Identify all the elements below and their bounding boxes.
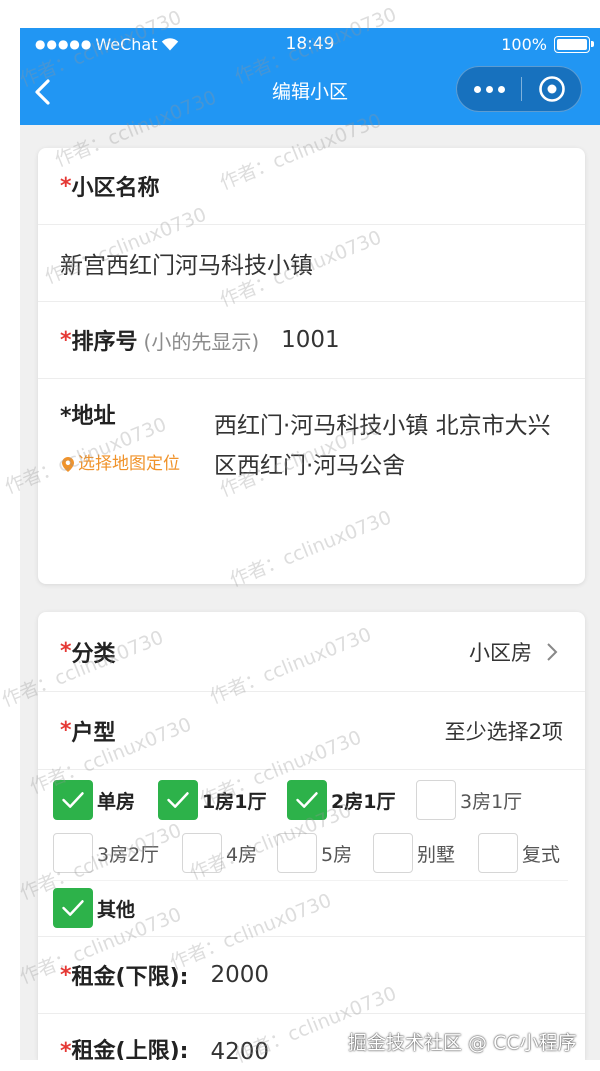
sort-order-hint: (小的先显示) [143, 329, 260, 354]
checkmark-icon [296, 792, 318, 808]
location-pin-icon [62, 456, 74, 472]
sort-order-label: 排序号 [71, 330, 138, 355]
address-row: * 地址 选择地图定位 西红门·河马科技小镇 北京市大兴区西红门·河马公舍 [38, 379, 585, 584]
chevron-right-icon [546, 642, 558, 662]
required-mark: * [60, 962, 72, 988]
checkbox[interactable] [373, 833, 413, 873]
room-type-row: * 户型 至少选择2项 [38, 692, 585, 770]
choose-map-location-label: 选择地图定位 [78, 454, 180, 474]
checkbox[interactable] [53, 888, 93, 928]
choose-map-location-button[interactable]: 选择地图定位 [62, 452, 180, 476]
option-label: 3房2厅 [97, 843, 160, 866]
option-label: 复式 [522, 843, 561, 866]
screenshot: ●●●●● WeChat 18:49 100% 编辑小区 * 小区名称 新宫西红… [0, 0, 600, 1071]
checkbox[interactable] [478, 833, 518, 873]
room-type-option[interactable]: 3房2厅 [53, 833, 159, 873]
details-card: * 分类 小区房 * 户型 至少选择2项 单房 1房1厅 2房1厅 3房1厅 3… [38, 612, 585, 1060]
option-label: 单房 [97, 790, 136, 813]
checkbox[interactable] [287, 780, 327, 820]
sort-order-input[interactable]: 1001 [281, 327, 340, 353]
category-label: 分类 [71, 641, 116, 667]
checkmark-icon [62, 792, 84, 808]
required-mark: * [60, 718, 72, 743]
more-dots-icon[interactable] [457, 67, 521, 111]
community-name-label: 小区名称 [71, 176, 160, 201]
room-type-option[interactable]: 别墅 [373, 833, 455, 873]
room-type-option[interactable]: 复式 [478, 833, 560, 873]
category-picker[interactable]: 小区房 [469, 637, 558, 667]
option-label: 2房1厅 [331, 790, 396, 813]
target-circle-icon[interactable] [522, 67, 581, 111]
required-mark: * [60, 639, 72, 664]
status-bar: ●●●●● WeChat 18:49 100% [20, 28, 600, 60]
room-type-option[interactable]: 5房 [277, 833, 352, 873]
status-right: 100% [501, 28, 594, 60]
room-type-checkbox-group: 单房 1房1厅 2房1厅 3房1厅 3房2厅 4房 5房 别墅 复式 其他 [38, 770, 585, 937]
address-label-text: 地址 [71, 404, 116, 429]
basic-info-card: * 小区名称 新宫西红门河马科技小镇 * 排序号 (小的先显示) 1001 * … [38, 148, 585, 584]
community-name-label-row: * 小区名称 [38, 148, 585, 225]
room-type-label: 户型 [71, 720, 116, 746]
rent-min-input[interactable]: 2000 [210, 962, 269, 988]
battery-level [557, 38, 587, 50]
required-mark: * [60, 173, 72, 199]
room-type-option[interactable]: 3房1厅 [416, 780, 522, 820]
checkbox[interactable] [53, 780, 93, 820]
sort-order-row: * 排序号 (小的先显示) 1001 [38, 302, 585, 379]
battery-percent: 100% [501, 34, 547, 54]
checkbox[interactable] [182, 833, 222, 873]
required-mark: * [60, 327, 72, 353]
address-label: * 地址 [60, 404, 116, 430]
room-type-option[interactable]: 其他 [53, 888, 135, 928]
option-label: 3房1厅 [460, 790, 523, 813]
room-type-option[interactable]: 1房1厅 [158, 780, 266, 820]
rent-max-label: 租金(上限): [71, 1039, 189, 1060]
option-label: 4房 [226, 843, 258, 866]
checkmark-icon [62, 900, 84, 916]
option-label: 5房 [321, 843, 353, 866]
option-label: 1房1厅 [202, 790, 267, 813]
room-type-option[interactable]: 2房1厅 [287, 780, 395, 820]
divider [53, 880, 568, 881]
rent-max-row: * 租金(上限): 4200 [38, 1014, 585, 1060]
rent-max-input[interactable]: 4200 [210, 1038, 269, 1060]
option-label: 别墅 [417, 843, 456, 866]
address-value[interactable]: 西红门·河马科技小镇 北京市大兴区西红门·河马公舍 [214, 406, 559, 486]
required-mark: * [60, 1039, 72, 1060]
checkbox[interactable] [416, 780, 456, 820]
room-type-hint: 至少选择2项 [444, 719, 563, 744]
rent-min-row: * 租金(下限): 2000 [38, 937, 585, 1014]
rent-min-label: 租金(下限): [71, 965, 189, 990]
battery-nub [591, 40, 594, 47]
community-name-input[interactable]: 新宫西红门河马科技小镇 [38, 225, 585, 302]
room-type-option[interactable]: 单房 [53, 780, 135, 820]
required-mark: * [60, 404, 72, 429]
mini-program-capsule [456, 66, 582, 112]
category-row[interactable]: * 分类 小区房 [38, 612, 585, 692]
nav-bar: 编辑小区 [20, 60, 600, 125]
checkmark-icon [167, 792, 189, 808]
option-label: 其他 [97, 898, 136, 921]
checkbox[interactable] [53, 833, 93, 873]
room-type-option[interactable]: 4房 [182, 833, 257, 873]
category-value: 小区房 [469, 640, 532, 665]
checkbox[interactable] [277, 833, 317, 873]
community-name-value: 新宫西红门河马科技小镇 [60, 253, 313, 279]
phone-screen: ●●●●● WeChat 18:49 100% 编辑小区 * 小区名称 新宫西红… [20, 28, 600, 1060]
battery-icon [554, 35, 594, 53]
checkbox[interactable] [158, 780, 198, 820]
